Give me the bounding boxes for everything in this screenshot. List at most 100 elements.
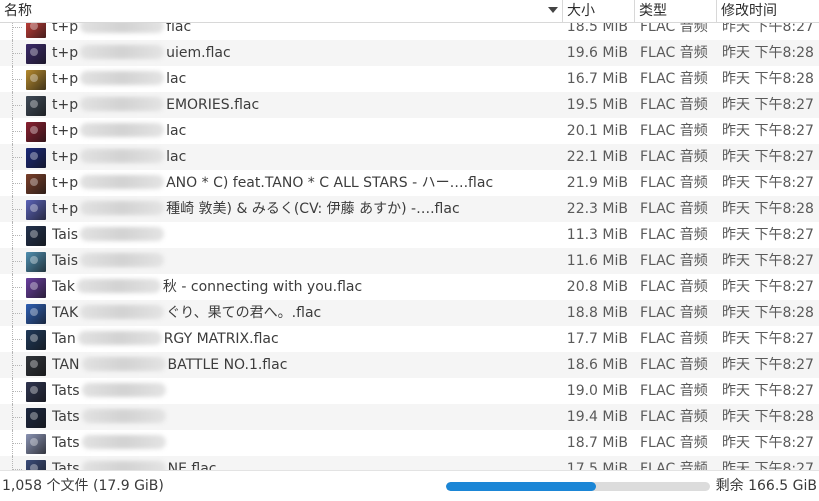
album-art-thumbnail <box>26 304 46 324</box>
tree-branch <box>12 443 22 444</box>
file-name-visible-end: EMORIES.flac <box>166 97 260 113</box>
file-row[interactable]: Tais 11.3 MiB FLAC 音频 昨天 下午8:27 <box>0 222 819 248</box>
file-type: FLAC 音频 <box>640 461 708 470</box>
file-row[interactable]: t+p ANO * C) feat.TANO * C ALL STARS - ハー… <box>0 170 819 196</box>
file-type: FLAC 音频 <box>640 331 708 347</box>
redacted-text-blur <box>77 331 162 345</box>
redacted-text-blur <box>80 149 165 163</box>
album-art-thumbnail <box>26 278 46 298</box>
sort-descending-icon[interactable] <box>548 7 558 13</box>
redacted-text-blur <box>76 279 161 293</box>
file-name: Tats <box>52 404 560 430</box>
tree-branch <box>12 157 22 158</box>
album-art-thumbnail <box>26 434 46 454</box>
redacted-text-blur <box>81 461 166 470</box>
column-modified-header[interactable]: 修改时间 <box>716 0 819 22</box>
file-name-visible-start: t+p <box>52 71 79 87</box>
file-row[interactable]: Tan RGY MATRIX.flac 17.7 MiB FLAC 音频 昨天 下午8:… <box>0 326 819 352</box>
file-name-visible-end: RGY MATRIX.flac <box>163 331 279 347</box>
file-name-visible-start: Tais <box>52 253 78 269</box>
file-type: FLAC 音频 <box>640 435 708 451</box>
file-type: FLAC 音频 <box>640 45 708 61</box>
file-row[interactable]: TAK ぐり、果ての君へ。.flac 18.8 MiB FLAC 音频 昨天 下午8:2… <box>0 300 819 326</box>
file-row[interactable]: t+p uiem.flac 19.6 MiB FLAC 音频 昨天 下午8:28 <box>0 40 819 66</box>
file-list[interactable]: t+p flac 18.5 MiB FLAC 音频 昨天 下午8:27 t+p uiem.f… <box>0 14 819 470</box>
file-name: Tak 秋 - connecting with you.flac <box>52 274 560 300</box>
file-row[interactable]: Tats 19.0 MiB FLAC 音频 昨天 下午8:27 <box>0 378 819 404</box>
redacted-text-blur <box>80 253 164 267</box>
file-row[interactable]: Tats 19.4 MiB FLAC 音频 昨天 下午8:28 <box>0 404 819 430</box>
file-type: FLAC 音频 <box>640 279 708 295</box>
file-type: FLAC 音频 <box>640 149 708 165</box>
file-name: t+p lac <box>52 144 560 170</box>
file-size: 19.6 MiB <box>566 45 628 61</box>
status-bar: 1,058 个文件 (17.9 GiB) 剩余 166.5 GiB <box>0 470 819 501</box>
file-row[interactable]: TAN BATTLE NO.1.flac 18.6 MiB FLAC 音频 昨天 下午8… <box>0 352 819 378</box>
file-row[interactable]: t+p lac 22.1 MiB FLAC 音频 昨天 下午8:27 <box>0 144 819 170</box>
tree-branch <box>12 53 22 54</box>
file-modified: 昨天 下午8:27 <box>722 357 814 373</box>
file-manager-window: t+p flac 18.5 MiB FLAC 音频 昨天 下午8:27 t+p uiem.f… <box>0 0 819 501</box>
file-name: t+p EMORIES.flac <box>52 92 560 118</box>
column-name-header[interactable]: 名称 <box>0 0 562 22</box>
file-row[interactable]: t+p EMORIES.flac 19.5 MiB FLAC 音频 昨天 下午8:27 <box>0 92 819 118</box>
free-space-status: 剩余 166.5 GiB <box>715 478 817 494</box>
file-type: FLAC 音频 <box>640 71 708 87</box>
file-row[interactable]: t+p 種崎 敦美) & みるく(CV: 伊藤 あすか) -….flac 22.3 … <box>0 196 819 222</box>
file-size: 19.5 MiB <box>566 97 628 113</box>
file-name-visible-end: lac <box>166 71 187 87</box>
album-art-thumbnail <box>26 382 46 402</box>
file-size: 11.3 MiB <box>566 227 628 243</box>
album-art-thumbnail <box>26 460 46 470</box>
file-row[interactable]: Tats 18.7 MiB FLAC 音频 昨天 下午8:27 <box>0 430 819 456</box>
file-name-visible-start: Tats <box>52 435 80 451</box>
file-type: FLAC 音频 <box>640 227 708 243</box>
tree-branch <box>12 339 22 340</box>
file-type: FLAC 音频 <box>640 253 708 269</box>
file-row[interactable]: Tats NE.flac 17.5 MiB FLAC 音频 昨天 下午8:27 <box>0 456 819 470</box>
file-name-visible-start: TAK <box>52 305 79 321</box>
tree-branch <box>12 287 22 288</box>
tree-branch <box>12 131 22 132</box>
album-art-thumbnail <box>26 356 46 376</box>
tree-branch <box>12 27 22 28</box>
file-name: TAN BATTLE NO.1.flac <box>52 352 560 378</box>
redacted-text-blur <box>80 123 165 137</box>
file-name: Tais <box>52 248 560 274</box>
file-row[interactable]: t+p lac 16.7 MiB FLAC 音频 昨天 下午8:28 <box>0 66 819 92</box>
file-type: FLAC 音频 <box>640 97 708 113</box>
file-modified: 昨天 下午8:27 <box>722 279 814 295</box>
column-type-header[interactable]: 类型 <box>634 0 716 22</box>
file-size: 18.7 MiB <box>566 435 628 451</box>
file-modified: 昨天 下午8:27 <box>722 435 814 451</box>
file-name-visible-start: t+p <box>52 175 79 191</box>
file-size: 18.8 MiB <box>566 305 628 321</box>
redacted-text-blur <box>80 175 165 189</box>
file-row[interactable]: t+p lac 20.1 MiB FLAC 音频 昨天 下午8:27 <box>0 118 819 144</box>
tree-branch <box>12 79 22 80</box>
file-size: 18.6 MiB <box>566 357 628 373</box>
file-modified: 昨天 下午8:28 <box>722 45 814 61</box>
file-modified: 昨天 下午8:27 <box>722 175 814 191</box>
file-name-visible-end: lac <box>166 149 187 165</box>
file-name-visible-end: ぐり、果ての君へ。.flac <box>166 305 322 321</box>
file-name-visible-end: ANO * C) feat.TANO * C ALL STARS - ハー….f… <box>166 175 494 191</box>
file-size: 20.1 MiB <box>566 123 628 139</box>
file-row[interactable]: Tak 秋 - connecting with you.flac 20.8 MiB F… <box>0 274 819 300</box>
file-name-visible-start: Tats <box>52 383 80 399</box>
column-size-header[interactable]: 大小 <box>562 0 634 22</box>
redacted-text-blur <box>81 357 166 371</box>
album-art-thumbnail <box>26 70 46 90</box>
file-name-visible-end: lac <box>166 123 187 139</box>
file-name: Tats <box>52 378 560 404</box>
file-name-visible-start: t+p <box>52 123 79 139</box>
file-row[interactable]: Tais 11.6 MiB FLAC 音频 昨天 下午8:27 <box>0 248 819 274</box>
tree-branch <box>12 313 22 314</box>
tree-branch <box>12 261 22 262</box>
tree-branch <box>12 235 22 236</box>
file-name-visible-start: Tats <box>52 461 80 470</box>
file-type: FLAC 音频 <box>640 201 708 217</box>
file-name: TAK ぐり、果ての君へ。.flac <box>52 300 560 326</box>
file-name-visible-start: t+p <box>52 97 79 113</box>
file-name: Tats <box>52 430 560 456</box>
